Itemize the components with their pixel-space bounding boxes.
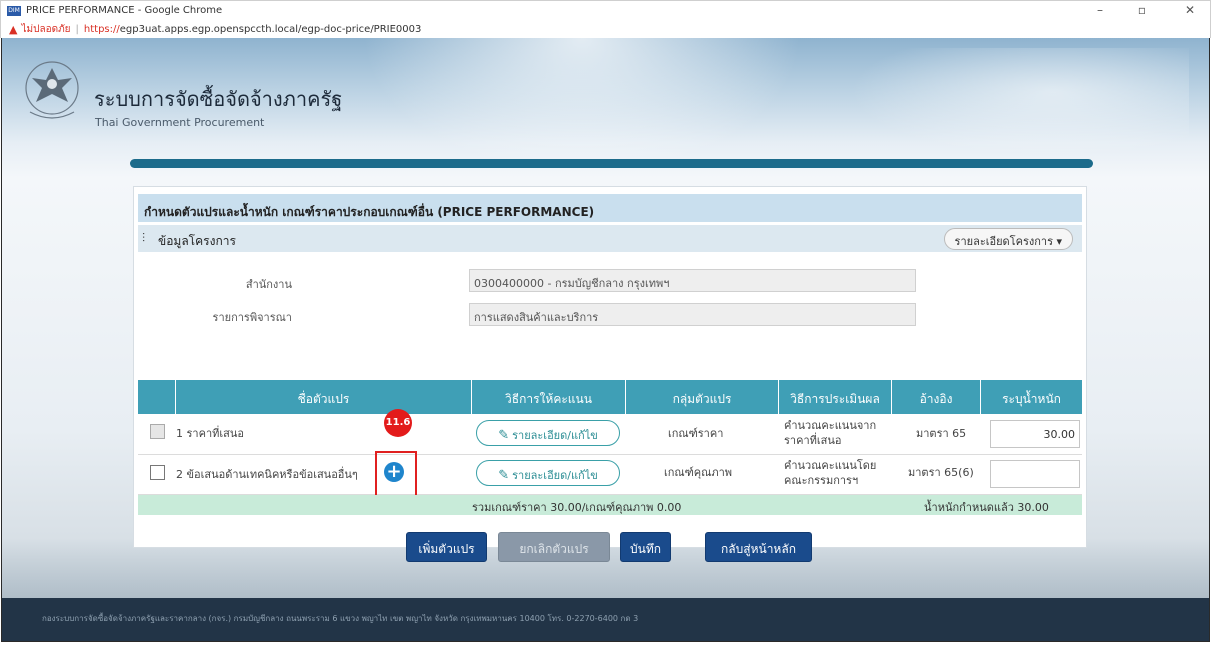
window-title: PRICE PERFORMANCE - Google Chrome	[26, 5, 223, 16]
project-info-label: ข้อมูลโครงการ	[158, 234, 236, 248]
evaluation-method: คำนวณคะแนนจากราคาที่เสนอ	[784, 419, 877, 447]
table-header-evaluation: วิธีการประเมินผล	[779, 380, 892, 414]
url-text: egp3uat.apps.egp.openspccth.local/egp-do…	[119, 23, 422, 35]
restore-button[interactable]: ▫	[1131, 3, 1153, 17]
table-header-name: ชื่อตัวแปร	[176, 380, 472, 414]
office-field: 0300400000 - กรมบัญชีกลาง กรุงเทพฯ	[469, 269, 916, 292]
table-header-check	[138, 380, 176, 414]
scoring-detail-label: รายละเอียด/แก้ไข	[512, 469, 598, 482]
page-footer: กองระบบการจัดซื้อจัดจ้างภาครัฐและราคากลา…	[2, 598, 1209, 641]
scoring-detail-button[interactable]: ✎ รายละเอียด/แก้ไข	[476, 420, 620, 446]
variable-name: 2 ข้อเสนอด้านเทคนิคหรือข้อเสนออื่นๆ	[176, 468, 358, 481]
step-badge: 11.6	[384, 409, 412, 437]
address-divider: |	[75, 23, 79, 35]
scoring-detail-label: รายละเอียด/แก้ไข	[512, 429, 598, 442]
footer-text: กองระบบการจัดซื้อจัดจ้างภาครัฐและราคากลา…	[42, 614, 639, 623]
summary-totals: รวมเกณฑ์ราคา 30.00/เกณฑ์คุณภาพ 0.00	[472, 501, 682, 514]
sliders-icon: ⫶	[142, 231, 146, 245]
table-header-group: กลุ่มตัวแปร	[626, 380, 779, 414]
warning-icon: ▲	[9, 22, 18, 36]
window-titlebar: DIM PRICE PERFORMANCE - Google Chrome – …	[0, 0, 1211, 20]
weight-input[interactable]: 30.00	[990, 420, 1080, 448]
back-home-button[interactable]: กลับสู่หน้าหลัก	[705, 532, 812, 562]
reference: มาตรา 65(6)	[908, 466, 974, 479]
close-button[interactable]: ✕	[1179, 3, 1201, 17]
row-checkbox[interactable]	[150, 465, 165, 480]
header-divider-bar	[130, 159, 1093, 168]
reference: มาตรา 65	[916, 427, 967, 440]
security-label[interactable]: ไม่ปลอดภัย	[21, 22, 70, 37]
variables-table-header: ชื่อตัวแปร วิธีการให้คะแนน กลุ่มตัวแปร ว…	[138, 380, 1082, 414]
table-row: 1 ราคาที่เสนอ ✎ รายละเอียด/แก้ไข เกณฑ์ราค…	[138, 414, 1082, 455]
minimize-button[interactable]: –	[1089, 3, 1111, 17]
item-field: การแสดงสินค้าและบริการ	[469, 303, 916, 326]
header-ornament-right	[849, 48, 1189, 158]
panel-heading: กำหนดตัวแปรและน้ำหนัก เกณฑ์ราคาประกอบเกณ…	[138, 194, 1082, 222]
cancel-variable-button: ยกเลิกตัวแปร	[498, 532, 610, 562]
address-bar[interactable]: ▲ ไม่ปลอดภัย | https:// egp3uat.apps.egp…	[0, 20, 1211, 38]
page-viewport: ระบบการจัดซื้อจัดจ้างภาครัฐ Thai Governm…	[1, 38, 1210, 642]
scoring-detail-button[interactable]: ✎ รายละเอียด/แก้ไข	[476, 460, 620, 486]
table-header-weight: ระบุน้ำหนัก	[1002, 392, 1061, 406]
garuda-emblem-icon	[25, 61, 79, 119]
summary-assigned-weight: น้ำหนักกำหนดแล้ว 30.00	[924, 501, 1049, 514]
site-title: ระบบการจัดซื้อจัดจ้างภาครัฐ	[94, 87, 343, 111]
summary-row: รวมเกณฑ์ราคา 30.00/เกณฑ์คุณภาพ 0.00 น้ำห…	[138, 495, 1082, 515]
url-scheme: https://	[83, 23, 120, 35]
weight-input[interactable]	[990, 460, 1080, 488]
app-icon: DIM	[7, 5, 21, 16]
save-button[interactable]: บันทึก	[620, 532, 671, 562]
site-subtitle: Thai Government Procurement	[95, 116, 265, 129]
variable-group: เกณฑ์ราคา	[668, 427, 724, 440]
item-label: รายการพิจารณา	[212, 311, 292, 324]
project-info-bar: ⫶ ข้อมูลโครงการ รายละเอียดโครงการ ▾	[138, 225, 1082, 252]
add-variable-button[interactable]: เพิ่มตัวแปร	[406, 532, 487, 562]
row-checkbox	[150, 424, 165, 439]
variable-group: เกณฑ์คุณภาพ	[664, 466, 732, 479]
header-ornament	[362, 38, 802, 178]
edit-icon: ✎	[498, 468, 510, 483]
project-detail-button[interactable]: รายละเอียดโครงการ ▾	[943, 228, 1073, 250]
evaluation-method: คำนวณคะแนนโดยคณะกรรมการฯ	[784, 459, 877, 487]
table-header-reference: อ้างอิง	[892, 380, 981, 414]
table-row: 2 ข้อเสนอด้านเทคนิคหรือข้อเสนออื่นๆ + ✎ ร…	[138, 455, 1082, 495]
office-label: สำนักงาน	[245, 278, 292, 291]
table-header-scoring: วิธีการให้คะแนน	[472, 380, 626, 414]
edit-icon: ✎	[498, 428, 510, 443]
price-performance-panel: กำหนดตัวแปรและน้ำหนัก เกณฑ์ราคาประกอบเกณ…	[133, 186, 1087, 562]
variable-name: 1 ราคาที่เสนอ	[176, 427, 244, 440]
